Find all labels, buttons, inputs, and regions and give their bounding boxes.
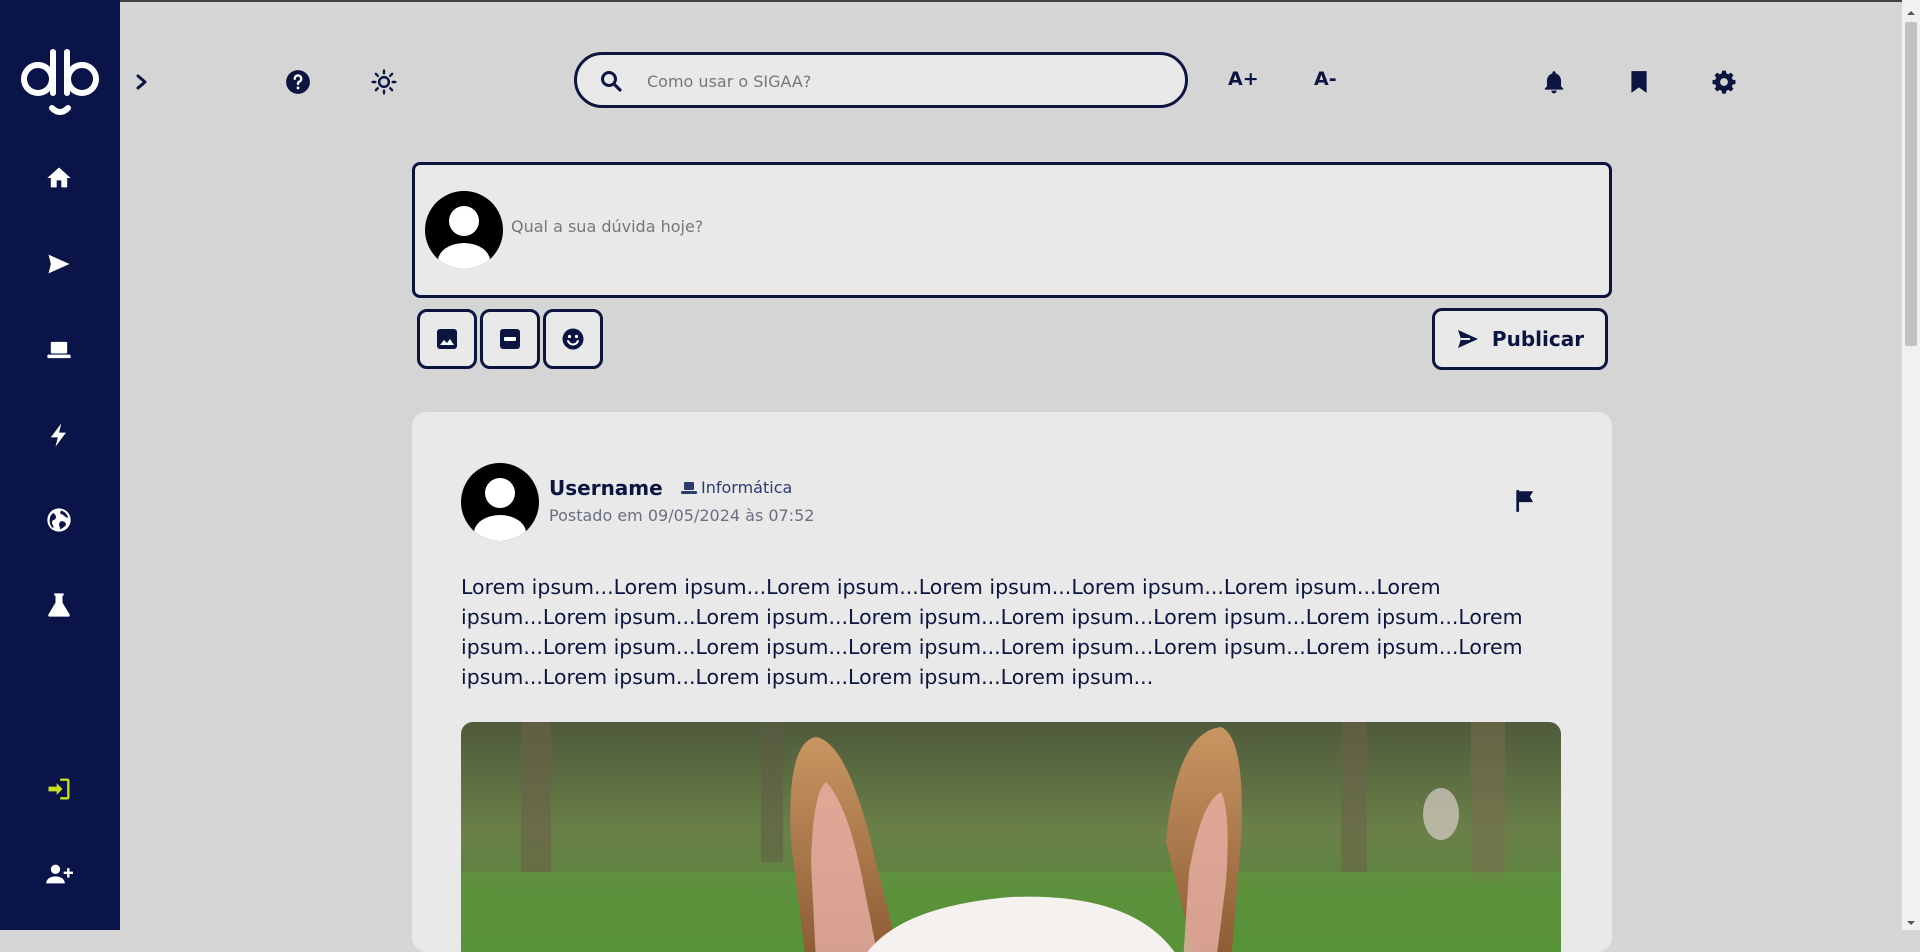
home-icon[interactable]: [36, 155, 82, 201]
expand-sidebar-chevron-icon[interactable]: [132, 68, 152, 96]
composer-avatar: [425, 191, 503, 269]
flask-icon[interactable]: [36, 582, 82, 628]
search-icon: [601, 71, 622, 92]
bell-icon[interactable]: [1536, 64, 1572, 100]
send-icon[interactable]: [36, 241, 82, 287]
scroll-down-arrow-icon[interactable]: [1905, 914, 1917, 926]
add-gif-button[interactable]: [480, 309, 540, 369]
publish-label: Publicar: [1491, 327, 1585, 351]
post-category-tag: Informática: [681, 478, 792, 497]
help-icon[interactable]: [280, 64, 316, 100]
post-category-label: Informática: [701, 478, 793, 497]
send-icon: [1457, 330, 1478, 348]
question-composer: Qual a sua dúvida hoje?: [412, 162, 1612, 298]
post-card: Username Informática Postado em 09/05/20…: [412, 412, 1612, 952]
post-timestamp: Postado em 09/05/2024 às 07:52: [549, 506, 815, 525]
bolt-icon[interactable]: [36, 412, 82, 458]
window-top-border: [0, 0, 1920, 2]
globe-icon[interactable]: [36, 497, 82, 543]
scroll-up-arrow-icon[interactable]: [1905, 4, 1917, 16]
publish-button[interactable]: Publicar: [1432, 308, 1608, 370]
sun-theme-icon[interactable]: [366, 64, 402, 100]
add-emoji-button[interactable]: [543, 309, 603, 369]
gif-icon: [500, 329, 520, 349]
laptop-icon[interactable]: [36, 327, 82, 373]
bookmark-icon[interactable]: [1621, 64, 1657, 100]
font-decrease-button[interactable]: A-: [1314, 68, 1337, 90]
scrollbar-thumb[interactable]: [1905, 22, 1917, 346]
user-plus-icon[interactable]: [36, 851, 82, 897]
post-username[interactable]: Username: [549, 476, 663, 500]
search-bar: [574, 52, 1188, 108]
emoji-icon: [562, 328, 584, 350]
post-body: Lorem ipsum...Lorem ipsum...Lorem ipsum.…: [461, 575, 1523, 689]
post-image-dog[interactable]: [461, 722, 1561, 952]
post-author-avatar[interactable]: [461, 463, 539, 541]
font-increase-button[interactable]: A+: [1228, 68, 1259, 90]
login-icon[interactable]: [36, 766, 82, 812]
sidebar: [0, 0, 120, 930]
add-image-button[interactable]: [417, 309, 477, 369]
db-logo[interactable]: [18, 46, 102, 120]
gear-icon[interactable]: [1706, 64, 1742, 100]
laptop-icon: [681, 481, 697, 494]
report-flag-icon[interactable]: [1512, 488, 1538, 514]
question-input[interactable]: Qual a sua dúvida hoje?: [511, 217, 703, 236]
search-input[interactable]: [645, 65, 1169, 97]
image-icon: [437, 329, 457, 349]
